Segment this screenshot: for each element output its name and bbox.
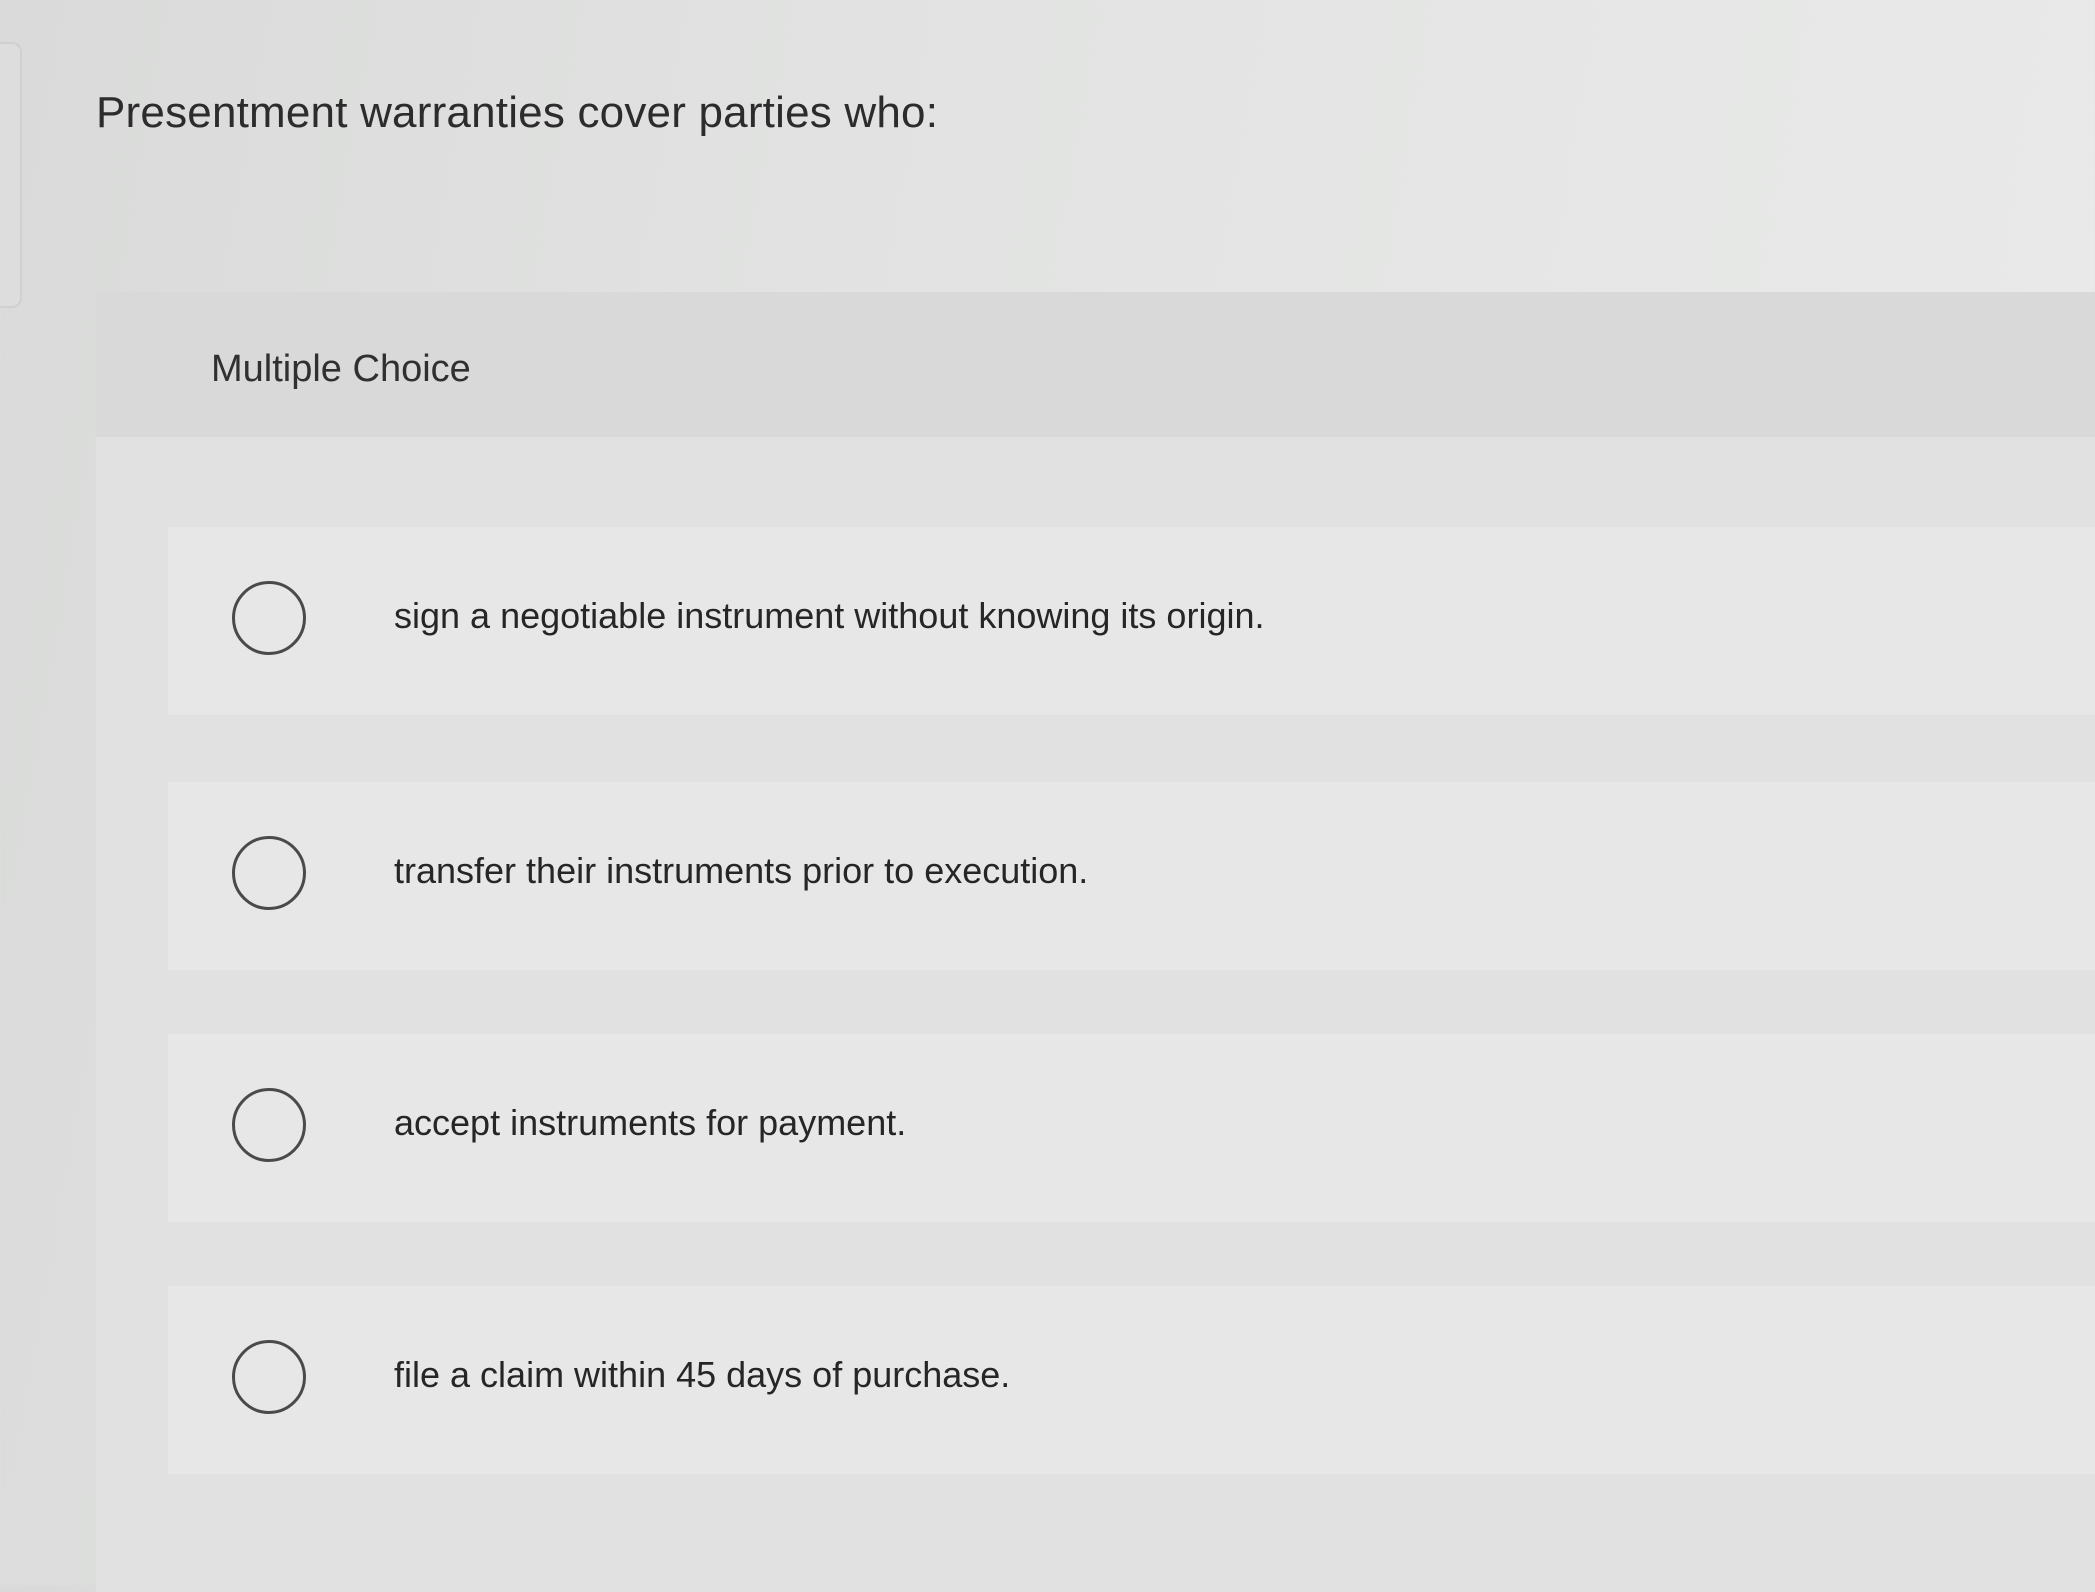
answer-option-3[interactable]: accept instruments for payment. (168, 1034, 2095, 1222)
side-panel-edge (0, 42, 22, 308)
answer-option-label[interactable]: file a claim within 45 days of purchase. (394, 1354, 1010, 1396)
answer-option-label[interactable]: transfer their instruments prior to exec… (394, 850, 1088, 892)
multiple-choice-panel: Multiple Choice sign a negotiable instru… (96, 292, 2095, 1592)
answer-option-4[interactable]: file a claim within 45 days of purchase. (168, 1286, 2095, 1474)
answer-option-label[interactable]: accept instruments for payment. (394, 1102, 906, 1144)
radio-button-icon[interactable] (232, 581, 306, 655)
radio-button-icon[interactable] (232, 1340, 306, 1414)
radio-button-icon[interactable] (232, 1088, 306, 1162)
radio-button-icon[interactable] (232, 836, 306, 910)
answer-option-1[interactable]: sign a negotiable instrument without kno… (168, 527, 2095, 715)
answer-option-label[interactable]: sign a negotiable instrument without kno… (394, 595, 1265, 637)
answer-option-2[interactable]: transfer their instruments prior to exec… (168, 782, 2095, 970)
panel-header: Multiple Choice (96, 292, 2095, 437)
panel-title: Multiple Choice (211, 348, 471, 390)
question-text: Presentment warranties cover parties who… (96, 88, 939, 137)
